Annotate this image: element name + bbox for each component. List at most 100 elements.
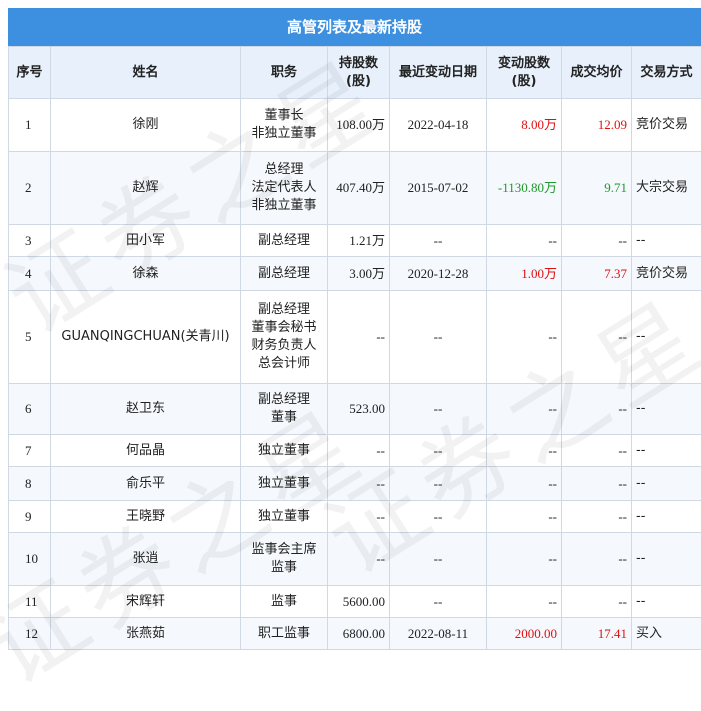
cell-date: --: [390, 586, 487, 618]
table-row: 8俞乐平独立董事----------: [9, 467, 701, 501]
cell-holding: 407.40万: [328, 152, 390, 225]
position-line: 总会计师: [245, 355, 323, 373]
position-line: 独立董事: [245, 475, 323, 493]
cell-holding: --: [328, 501, 390, 533]
cell-position: 监事会主席监事: [241, 533, 328, 586]
cell-holding: --: [328, 291, 390, 384]
position-line: 非独立董事: [245, 125, 323, 143]
position-line: 独立董事: [245, 508, 323, 526]
cell-change: 8.00万: [487, 99, 562, 152]
col-header-name: 姓名: [51, 47, 241, 99]
cell-date: --: [390, 533, 487, 586]
cell-name: 张逍: [51, 533, 241, 586]
cell-position: 独立董事: [241, 501, 328, 533]
cell-mode: --: [632, 435, 701, 467]
cell-price: --: [562, 435, 632, 467]
col-header-holding: 持股数(股): [328, 47, 390, 99]
cell-seq: 8: [9, 467, 51, 501]
position-line: 监事: [245, 559, 323, 577]
position-line: 法定代表人: [245, 179, 323, 197]
cell-holding: 5600.00: [328, 586, 390, 618]
cell-name: GUANQINGCHUAN(关青川): [51, 291, 241, 384]
cell-date: --: [390, 225, 487, 257]
cell-mode: 大宗交易: [632, 152, 701, 225]
position-line: 副总经理: [245, 301, 323, 319]
cell-price: --: [562, 533, 632, 586]
table-row: 3田小军副总经理1.21万--------: [9, 225, 701, 257]
cell-seq: 1: [9, 99, 51, 152]
cell-seq: 5: [9, 291, 51, 384]
cell-seq: 10: [9, 533, 51, 586]
cell-price: --: [562, 467, 632, 501]
cell-change: -1130.80万: [487, 152, 562, 225]
cell-date: 2020-12-28: [390, 257, 487, 291]
table-row: 4徐森副总经理3.00万2020-12-281.00万7.37竞价交易: [9, 257, 701, 291]
cell-name: 赵卫东: [51, 384, 241, 435]
col-header-date: 最近变动日期: [390, 47, 487, 99]
col-header-position: 职务: [241, 47, 328, 99]
cell-holding: --: [328, 467, 390, 501]
cell-change: 1.00万: [487, 257, 562, 291]
position-line: 董事会秘书: [245, 319, 323, 337]
cell-name: 宋辉轩: [51, 586, 241, 618]
position-line: 副总经理: [245, 232, 323, 250]
cell-mode: --: [632, 467, 701, 501]
cell-position: 独立董事: [241, 435, 328, 467]
cell-mode: --: [632, 533, 701, 586]
cell-mode: --: [632, 501, 701, 533]
table-row: 10张逍监事会主席监事----------: [9, 533, 701, 586]
table-row: 12张燕茹职工监事6800.002022-08-112000.0017.41买入: [9, 618, 701, 650]
cell-mode: --: [632, 384, 701, 435]
cell-holding: --: [328, 435, 390, 467]
cell-position: 副总经理董事会秘书财务负责人总会计师: [241, 291, 328, 384]
cell-mode: --: [632, 225, 701, 257]
cell-mode: 竞价交易: [632, 257, 701, 291]
executives-table: 序号 姓名 职务 持股数(股) 最近变动日期 变动股数(股) 成交均价 交易方式…: [8, 46, 701, 650]
cell-price: 7.37: [562, 257, 632, 291]
cell-holding: 523.00: [328, 384, 390, 435]
cell-price: --: [562, 501, 632, 533]
cell-position: 职工监事: [241, 618, 328, 650]
cell-name: 田小军: [51, 225, 241, 257]
cell-name: 徐刚: [51, 99, 241, 152]
cell-seq: 11: [9, 586, 51, 618]
cell-name: 俞乐平: [51, 467, 241, 501]
cell-holding: --: [328, 533, 390, 586]
cell-name: 赵辉: [51, 152, 241, 225]
cell-position: 董事长非独立董事: [241, 99, 328, 152]
table-row: 7何品晶独立董事----------: [9, 435, 701, 467]
position-line: 职工监事: [245, 625, 323, 643]
cell-name: 徐森: [51, 257, 241, 291]
position-line: 非独立董事: [245, 197, 323, 215]
cell-seq: 9: [9, 501, 51, 533]
cell-change: --: [487, 501, 562, 533]
cell-price: --: [562, 384, 632, 435]
col-header-seq: 序号: [9, 47, 51, 99]
cell-price: --: [562, 291, 632, 384]
cell-change: --: [487, 467, 562, 501]
position-line: 副总经理: [245, 265, 323, 283]
position-line: 财务负责人: [245, 337, 323, 355]
cell-seq: 6: [9, 384, 51, 435]
cell-price: --: [562, 586, 632, 618]
col-header-change: 变动股数(股): [487, 47, 562, 99]
cell-date: --: [390, 435, 487, 467]
cell-mode: --: [632, 586, 701, 618]
cell-mode: --: [632, 291, 701, 384]
position-line: 董事: [245, 409, 323, 427]
position-line: 董事长: [245, 107, 323, 125]
cell-date: 2015-07-02: [390, 152, 487, 225]
cell-change: --: [487, 225, 562, 257]
cell-position: 独立董事: [241, 467, 328, 501]
cell-date: 2022-08-11: [390, 618, 487, 650]
table-row: 11宋辉轩监事5600.00--------: [9, 586, 701, 618]
cell-change: 2000.00: [487, 618, 562, 650]
cell-date: --: [390, 467, 487, 501]
position-line: 副总经理: [245, 391, 323, 409]
cell-price: 17.41: [562, 618, 632, 650]
table-row: 6赵卫东副总经理董事523.00--------: [9, 384, 701, 435]
cell-seq: 3: [9, 225, 51, 257]
cell-change: --: [487, 384, 562, 435]
cell-price: 9.71: [562, 152, 632, 225]
cell-date: 2022-04-18: [390, 99, 487, 152]
